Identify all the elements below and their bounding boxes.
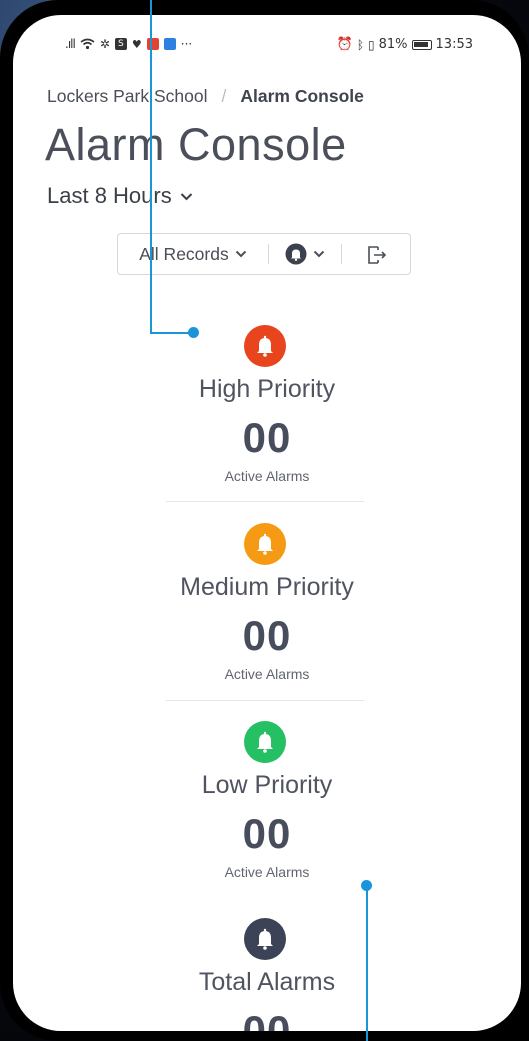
alarm-count: 00: [242, 414, 292, 461]
filter-toolbar: All Records: [117, 233, 411, 275]
annotation-line-bottom-vertical: [366, 885, 368, 1041]
card-subtitle: Active Alarms: [224, 666, 310, 682]
breadcrumb-separator: /: [221, 86, 227, 106]
alarm-count: 00: [242, 810, 292, 857]
wifi-icon: [80, 38, 95, 50]
time-range-dropdown[interactable]: Last 8 Hours: [47, 183, 193, 209]
battery-percent: 81%: [378, 37, 408, 52]
time-range-label: Last 8 Hours: [47, 183, 172, 208]
chevron-down-icon: [313, 250, 325, 258]
card-subtitle: Active Alarms: [224, 468, 310, 484]
records-filter-label: All Records: [139, 243, 229, 264]
bell-icon: [244, 918, 286, 960]
status-right: ⏰ ᛒ ▯ 81% 13:53: [337, 37, 473, 52]
status-left: .ıll ✲ S ♥ ···: [65, 37, 192, 51]
page-title: Alarm Console: [45, 119, 347, 170]
bell-icon: [244, 523, 286, 565]
records-filter-dropdown[interactable]: All Records: [118, 234, 268, 274]
bluetooth-icon: ᛒ: [356, 37, 365, 52]
breadcrumb-current: Alarm Console: [240, 86, 364, 106]
s-app-icon: S: [114, 38, 127, 50]
mail-app-icon: [146, 38, 159, 50]
high-priority-card[interactable]: High Priority 00 Active Alarms: [13, 325, 521, 485]
priority-filter-dropdown[interactable]: [269, 234, 341, 274]
breadcrumb: Lockers Park School / Alarm Console: [47, 86, 364, 107]
annotation-line-top-vertical: [150, 0, 152, 334]
calendar-app-icon: [163, 38, 176, 50]
bell-icon: [244, 721, 286, 763]
card-label: Low Priority: [201, 771, 333, 799]
status-time: 13:53: [435, 37, 473, 52]
hotspot-icon: ✲: [99, 37, 110, 51]
battery-icon: [411, 39, 432, 50]
medium-priority-card[interactable]: Medium Priority 00 Active Alarms: [13, 523, 521, 683]
bell-icon: [285, 243, 307, 265]
chevron-down-icon: [180, 192, 192, 200]
alarm-clock-icon: ⏰: [336, 37, 353, 52]
card-subtitle: Active Alarms: [224, 864, 310, 880]
card-divider: [166, 700, 364, 701]
status-bar: .ıll ✲ S ♥ ··· ⏰ ᛒ ▯ 81% 13:53: [13, 15, 521, 75]
screen: .ıll ✲ S ♥ ··· ⏰ ᛒ ▯ 81% 13:53 Lockers P…: [13, 15, 521, 1031]
total-alarms-card[interactable]: Total Alarms 00: [13, 918, 521, 1031]
breadcrumb-parent-link[interactable]: Lockers Park School: [47, 86, 208, 107]
vibrate-icon: ▯: [368, 37, 375, 52]
card-label: Total Alarms: [198, 968, 336, 996]
export-icon: [368, 246, 387, 264]
low-priority-card[interactable]: Low Priority 00 Active Alarms: [13, 721, 521, 881]
chevron-down-icon: [235, 250, 246, 258]
heart-icon: ♥: [131, 37, 142, 51]
signal-icon: .ıll: [65, 37, 76, 51]
alarm-count: 00: [242, 612, 292, 659]
more-notifications-icon: ···: [180, 37, 193, 51]
annotation-dot-top: [188, 327, 199, 338]
card-label: Medium Priority: [180, 573, 354, 601]
card-label: High Priority: [198, 375, 336, 403]
export-button[interactable]: [342, 234, 410, 274]
alarm-count: 00: [242, 1007, 292, 1031]
bell-icon: [244, 325, 286, 367]
card-divider: [166, 501, 364, 502]
